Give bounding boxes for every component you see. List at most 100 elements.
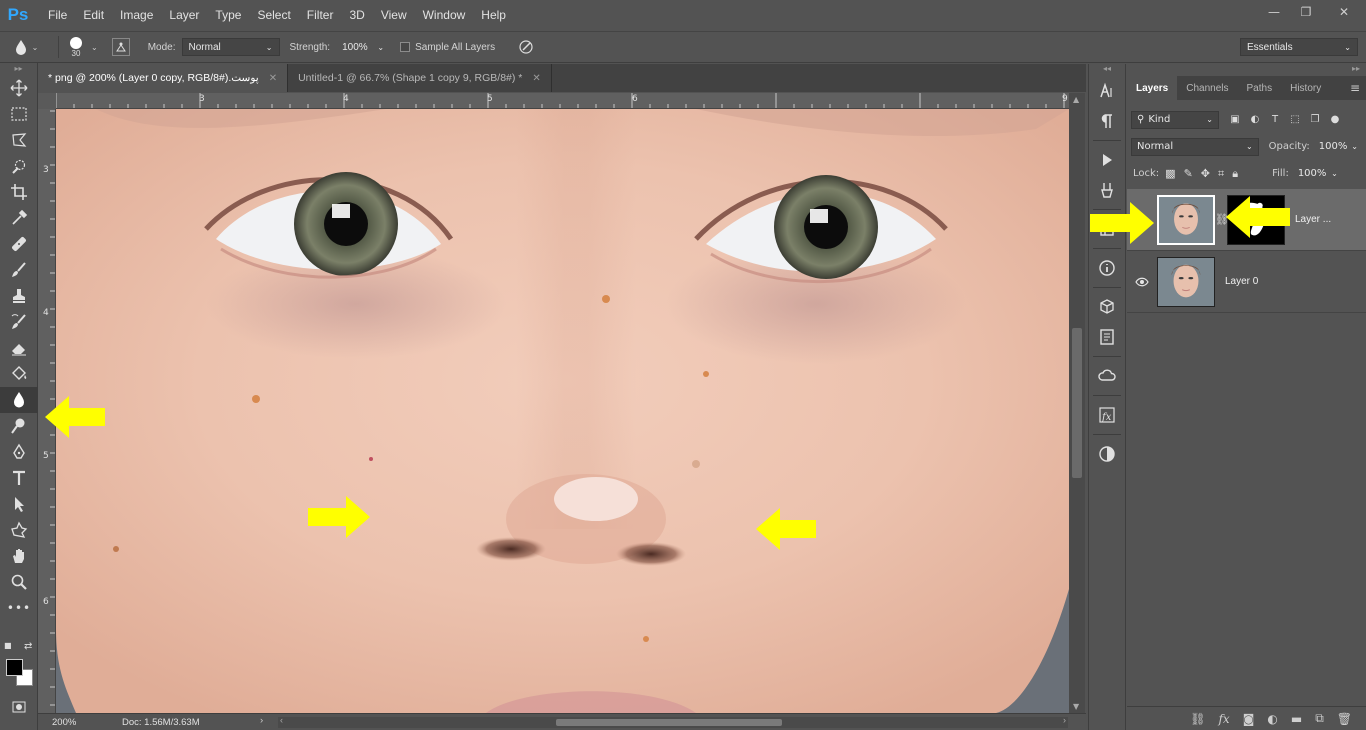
swap-colors-icon[interactable]: ⇄ (24, 641, 32, 652)
document-tab[interactable]: Untitled-1 @ 66.7% (Shape 1 copy 9, RGB/… (288, 64, 552, 92)
minimize-button[interactable]: — (1258, 0, 1290, 24)
type-filter-icon[interactable]: T (1269, 114, 1281, 126)
menu-view[interactable]: View (373, 8, 415, 22)
quick-selection-tool[interactable] (0, 153, 38, 179)
3d-panel-button[interactable] (1089, 292, 1125, 322)
lock-position-icon[interactable]: ✥ (1201, 167, 1210, 181)
type-tool[interactable] (0, 465, 38, 491)
trash-icon[interactable]: 🗑︎ (1337, 712, 1352, 726)
character-panel-button[interactable] (1089, 76, 1125, 106)
panel-grip-icon[interactable]: ◂◂ (1089, 64, 1125, 76)
filter-toggle-icon[interactable]: ● (1329, 114, 1341, 126)
status-menu-icon[interactable]: › (260, 715, 263, 726)
ruler-origin[interactable] (38, 93, 56, 109)
menu-type[interactable]: Type (207, 8, 249, 22)
lock-transparency-icon[interactable]: ▩ (1165, 167, 1175, 181)
menu-select[interactable]: Select (249, 8, 298, 22)
path-selection-tool[interactable] (0, 491, 38, 517)
layer-row[interactable]: Layer 0 (1127, 251, 1366, 313)
workspace-select[interactable]: Essentials ⌄ (1240, 38, 1358, 56)
lock-pixels-icon[interactable]: ✎ (1184, 167, 1193, 181)
dodge-tool[interactable] (0, 413, 38, 439)
quick-mask-button[interactable] (0, 694, 38, 720)
blend-mode-select[interactable]: Normal ⌄ (1131, 137, 1259, 156)
layer-thumbnail[interactable] (1157, 194, 1215, 245)
scroll-right-icon[interactable]: › (1063, 715, 1066, 725)
filter-kind-select[interactable]: ⚲ Kind ⌄ (1131, 110, 1219, 129)
adjustment-filter-icon[interactable]: ◐ (1249, 114, 1261, 126)
new-group-icon[interactable]: ▬ (1291, 712, 1302, 726)
info-panel-button[interactable] (1089, 253, 1125, 283)
adjustment-layer-icon[interactable]: ◐ (1267, 712, 1277, 726)
lasso-tool[interactable] (0, 127, 38, 153)
pressure-button[interactable] (517, 38, 535, 56)
menu-edit[interactable]: Edit (75, 8, 112, 22)
brush-picker[interactable]: 30 (65, 36, 87, 58)
scroll-left-icon[interactable]: ‹ (280, 715, 283, 725)
zoom-level[interactable]: 200% (38, 717, 108, 728)
smart-object-filter-icon[interactable]: ❐ (1309, 114, 1321, 126)
shape-tool[interactable] (0, 517, 38, 543)
scroll-up-icon[interactable]: ▲ (1073, 95, 1079, 104)
shape-filter-icon[interactable]: ⬚ (1289, 114, 1301, 126)
actions-panel-button[interactable] (1089, 145, 1125, 175)
notes-panel-button[interactable] (1089, 322, 1125, 352)
hand-tool[interactable] (0, 543, 38, 569)
close-tab-icon[interactable]: ✕ (532, 73, 540, 84)
paragraph-panel-button[interactable] (1089, 106, 1125, 136)
layer-name[interactable]: Layer 0 (1225, 276, 1258, 287)
menu-help[interactable]: Help (473, 8, 514, 22)
scrollbar-thumb[interactable] (556, 719, 782, 726)
menu-3d[interactable]: 3D (341, 8, 372, 22)
sample-all-layers-checkbox[interactable]: Sample All Layers (400, 42, 495, 53)
crop-tool[interactable] (0, 179, 38, 205)
healing-brush-tool[interactable] (0, 231, 38, 257)
scroll-down-icon[interactable]: ▼ (1073, 702, 1079, 711)
vertical-scrollbar[interactable]: ▲ ▼ (1069, 93, 1085, 713)
pixel-filter-icon[interactable]: ▣ (1229, 114, 1241, 126)
libraries-panel-button[interactable] (1089, 361, 1125, 391)
visibility-toggle[interactable] (1127, 277, 1157, 287)
pen-tool[interactable] (0, 439, 38, 465)
default-colors-icon[interactable]: ■ (4, 641, 12, 650)
document-canvas[interactable] (56, 109, 1069, 713)
close-tab-icon[interactable]: ✕ (269, 73, 277, 84)
lock-artboard-icon[interactable]: ⌗ (1218, 167, 1224, 181)
add-mask-icon[interactable]: ◙ (1243, 712, 1255, 726)
layer-thumbnail[interactable] (1157, 256, 1215, 307)
fx-icon[interactable]: fx (1218, 712, 1229, 726)
new-layer-icon[interactable]: ⧉ (1315, 711, 1324, 726)
brush-tool[interactable] (0, 257, 38, 283)
restore-button[interactable]: ❐ (1290, 0, 1322, 24)
panel-grip-icon[interactable]: ▸▸ (1127, 64, 1366, 76)
lock-all-icon[interactable]: 🔒︎ (1232, 167, 1238, 181)
menu-image[interactable]: Image (112, 8, 161, 22)
menu-window[interactable]: Window (415, 8, 474, 22)
scrollbar-thumb[interactable] (1072, 328, 1082, 478)
menu-file[interactable]: File (40, 8, 75, 22)
blur-tool[interactable] (0, 387, 38, 413)
zoom-tool[interactable] (0, 569, 38, 595)
tab-history[interactable]: History (1281, 76, 1330, 100)
strength-field[interactable]: 100% ⌄ (336, 38, 390, 56)
eraser-tool[interactable] (0, 335, 38, 361)
adjustments-panel-button[interactable] (1089, 439, 1125, 469)
eyedropper-tool[interactable] (0, 205, 38, 231)
styles-panel-button[interactable]: fx (1089, 400, 1125, 430)
mode-select[interactable]: Normal ⌄ (181, 38, 280, 56)
move-tool[interactable] (0, 75, 38, 101)
horizontal-scrollbar[interactable]: ‹ › (278, 715, 1068, 728)
tab-paths[interactable]: Paths (1238, 76, 1282, 100)
close-button[interactable]: ✕ (1322, 0, 1366, 24)
history-brush-tool[interactable] (0, 309, 38, 335)
fill-field[interactable]: 100% ⌄ (1294, 165, 1342, 183)
layer-name[interactable]: Layer ... (1295, 214, 1331, 225)
tool-presets-button[interactable] (1089, 175, 1125, 205)
more-tools[interactable]: ••• (0, 595, 38, 621)
foreground-color-swatch[interactable] (6, 659, 23, 676)
brush-settings-panel-button[interactable] (111, 38, 130, 56)
tab-channels[interactable]: Channels (1177, 76, 1237, 100)
menu-layer[interactable]: Layer (161, 8, 207, 22)
link-layers-icon[interactable]: ⛓︎ (1190, 712, 1205, 726)
tool-preset-picker[interactable]: ⌄ (0, 32, 52, 62)
